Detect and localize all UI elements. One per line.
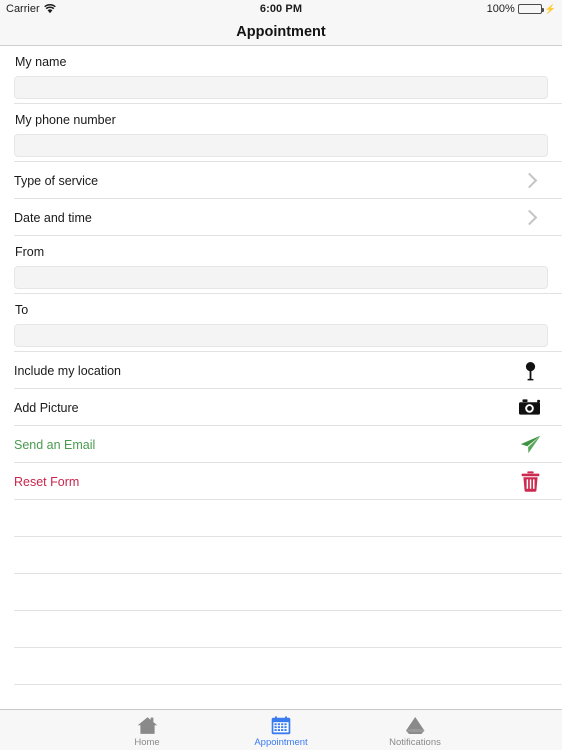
status-bar-right: 100% ⚡ (487, 3, 556, 15)
my-name-label: My name (15, 55, 67, 69)
navigation-bar: Appointment (0, 18, 562, 46)
calendar-icon (271, 714, 291, 736)
my-name-input[interactable] (14, 76, 548, 99)
to-label: To (15, 303, 29, 317)
tab-appointment[interactable]: Appointment (235, 712, 327, 748)
include-my-location-label: Include my location (14, 363, 122, 378)
carrier-label: Carrier (6, 3, 40, 15)
from-label: From (15, 245, 45, 259)
type-of-service-label: Type of service (14, 173, 99, 188)
chevron-right-icon (521, 172, 538, 189)
add-picture-label: Add Picture (14, 400, 79, 415)
form-row-to: To (0, 294, 562, 352)
empty-table-row (0, 685, 562, 709)
form-row-add-picture[interactable]: Add Picture (0, 389, 562, 426)
battery-icon (517, 4, 544, 14)
status-bar-left: Carrier (6, 3, 56, 15)
my-phone-number-input[interactable] (14, 134, 548, 157)
form-row-my-phone-number: My phone number (0, 104, 562, 162)
reset-form-label: Reset Form (14, 474, 80, 489)
empty-table-row (0, 500, 562, 537)
page-title: Appointment (236, 23, 326, 40)
tab-bar: Home Appointment Notifications (0, 709, 562, 750)
date-and-time-label: Date and time (14, 210, 92, 225)
from-input[interactable] (14, 266, 548, 289)
tab-home-label: Home (134, 737, 160, 748)
tab-appointment-label: Appointment (254, 737, 308, 748)
status-bar: Carrier 6:00 PM 100% ⚡ (0, 0, 562, 18)
lightning-bolt-icon: ⚡ (544, 3, 556, 14)
form-row-include-my-location[interactable]: Include my location (0, 352, 562, 389)
form-row-date-and-time[interactable]: Date and time (0, 199, 562, 236)
form-row-from: From (0, 236, 562, 294)
tab-notifications[interactable]: Notifications (369, 712, 461, 748)
chevron-right-icon (521, 209, 538, 226)
form-row-my-name: My name (0, 46, 562, 104)
send-an-email-label: Send an Email (14, 437, 96, 452)
tab-notifications-label: Notifications (389, 737, 441, 748)
home-icon (137, 714, 158, 736)
form-row-send-an-email[interactable]: Send an Email (0, 426, 562, 463)
form-table: My name My phone number Type of service … (0, 46, 562, 709)
to-input[interactable] (14, 324, 548, 347)
tab-home[interactable]: Home (101, 712, 193, 748)
empty-table-row (0, 611, 562, 648)
wifi-icon (43, 4, 56, 14)
camera-icon (517, 396, 543, 420)
form-row-type-of-service[interactable]: Type of service (0, 162, 562, 199)
empty-table-row (0, 648, 562, 685)
megaphone-icon (404, 714, 427, 736)
my-phone-number-label: My phone number (15, 113, 116, 127)
trash-icon (517, 470, 543, 494)
send-paper-plane-icon (517, 433, 543, 457)
empty-table-row (0, 574, 562, 611)
empty-table-row (0, 537, 562, 574)
location-pin-icon (517, 359, 543, 383)
status-bar-time: 6:00 PM (259, 3, 303, 15)
battery-percent-label: 100% (486, 3, 515, 15)
form-row-reset-form[interactable]: Reset Form (0, 463, 562, 500)
